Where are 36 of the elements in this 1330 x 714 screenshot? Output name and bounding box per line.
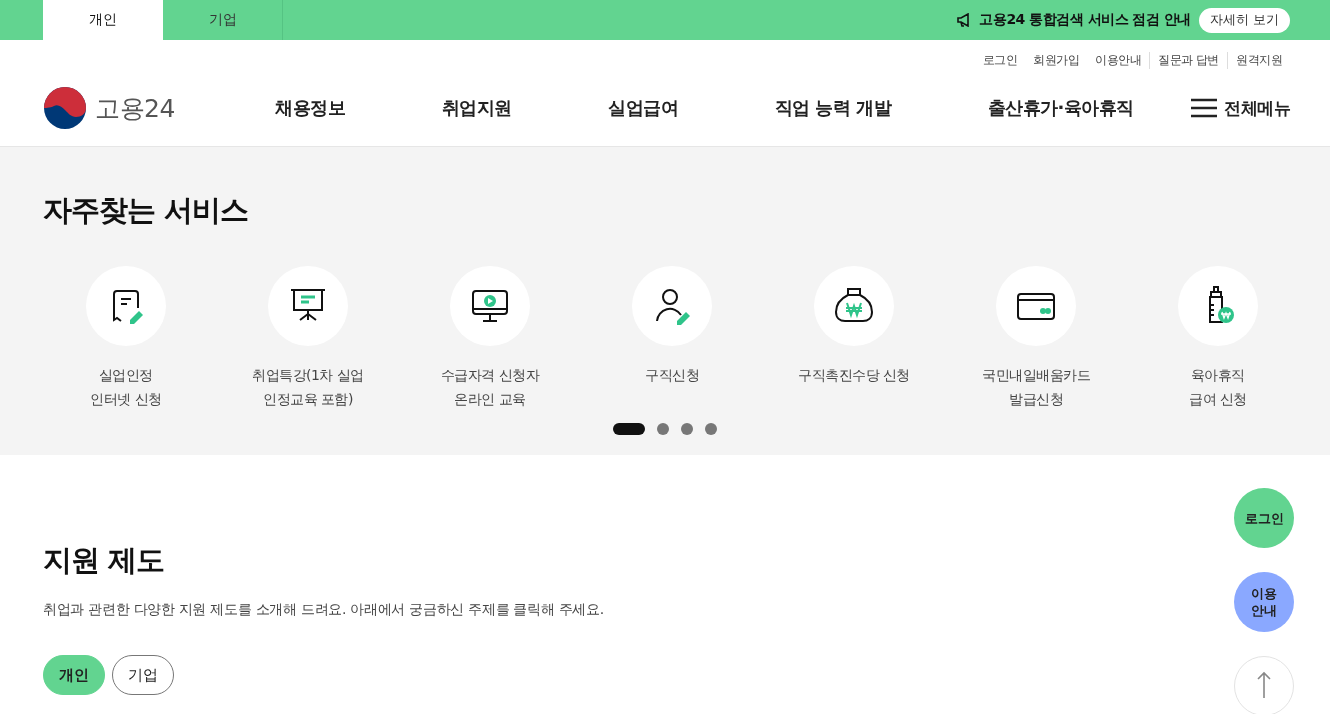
arrow-up-icon [1256, 671, 1272, 699]
nav-link[interactable]: 채용정보 [275, 96, 345, 120]
pager-dot[interactable] [705, 423, 717, 435]
filter-tab[interactable]: 개인 [43, 655, 105, 695]
service-label[interactable]: 실업인정 인터넷 신청 [90, 363, 162, 411]
logo-icon [43, 86, 87, 130]
nav-link[interactable]: 실업급여 [608, 96, 679, 120]
notice-text: 고용24 통합검색 서비스 점검 안내 [979, 11, 1191, 29]
nav-link[interactable]: 취업지원 [441, 96, 512, 120]
megaphone-icon [957, 13, 972, 27]
service-label[interactable]: 구직촉진수당 신청 [798, 363, 910, 387]
menu-icon [1190, 97, 1218, 119]
pager-dot[interactable] [681, 423, 693, 435]
nav-link[interactable]: 출산휴가·육아휴직 [987, 96, 1134, 120]
filter-tab[interactable]: 기업 [112, 655, 174, 695]
site-tab[interactable]: 개인 [43, 0, 163, 40]
nav-link[interactable]: 직업 능력 개발 [774, 96, 892, 120]
logo-text[interactable]: 고용24 [95, 91, 175, 125]
service-label[interactable]: 국민내일배움카드 발급신청 [982, 363, 1090, 411]
section-description: 취업과 관련한 다양한 지원 제도를 소개해 드려요. 아래에서 궁금하신 주제를 클릭해 주세요. [43, 601, 604, 619]
service-label[interactable]: 육아휴직 급여 신청 [1189, 363, 1247, 411]
utility-link[interactable]: 회원가입 [1025, 51, 1088, 69]
service-label[interactable]: 구직신청 [645, 363, 699, 387]
service-label[interactable]: 취업특강(1차 실업 인정교육 포함) [252, 363, 364, 411]
utility-link[interactable]: 원격지원 [1227, 51, 1290, 69]
service-label[interactable]: 수급자격 신청자 온라인 교육 [440, 363, 540, 411]
utility-link[interactable]: 질문과 답변 [1149, 51, 1227, 69]
utility-link[interactable]: 이용안내 [1087, 51, 1150, 69]
section-title: 자주찾는 서비스 [43, 192, 250, 229]
utility-link[interactable]: 로그인 [974, 51, 1026, 69]
pager-dot[interactable] [657, 423, 669, 435]
all-menu-button[interactable]: 전체메뉴 [1190, 96, 1290, 120]
section-title: 지원 제도 [43, 542, 166, 579]
guide-button[interactable]: 이용 안내 [1234, 572, 1294, 632]
login-button[interactable]: 로그인 [1234, 488, 1294, 548]
details-button[interactable]: 자세히 보기 [1198, 7, 1290, 33]
